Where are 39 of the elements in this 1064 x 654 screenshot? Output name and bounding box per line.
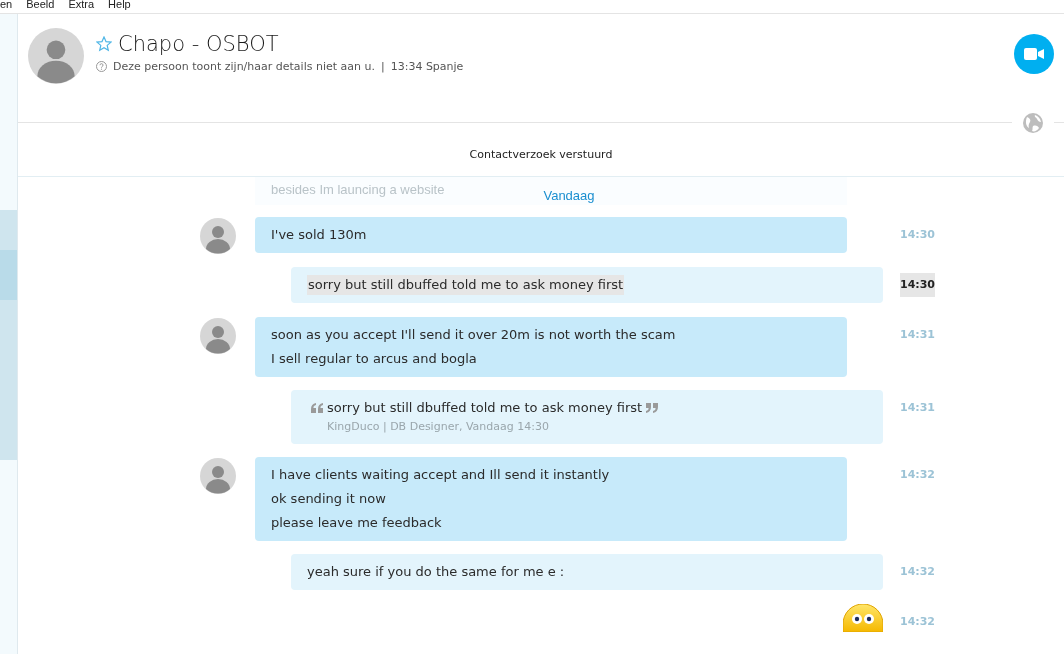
quote-close-icon [646,403,659,413]
message-time: 14:30 [900,227,935,243]
menu-item[interactable]: en [0,0,20,13]
quote-attribution: KingDuco | DB Designer, Vandaag 14:30 [326,420,550,434]
message-text: please leave me feedback [271,514,443,532]
message-time: 14:31 [900,400,935,416]
avatar-icon [200,218,236,254]
message-text: soon as you accept I'll send it over 20m is not worth the scam [271,326,677,344]
video-camera-icon [1024,48,1044,60]
message-text: ok sending it now [271,490,387,508]
avatar-icon [200,318,236,354]
contact-name: Chapo - OSBOT [118,32,279,56]
day-label: Vandaag [543,188,595,203]
star-icon[interactable] [96,36,112,52]
video-call-button[interactable] [1014,34,1054,74]
message-text: I sell regular to arcus and bogla [271,350,478,368]
message-text: yeah sure if you do the same for me e : [307,563,566,581]
message-text: I've sold 130m [271,226,368,244]
message-time: 14:32 [900,467,935,483]
contact-status: Deze persoon toont zijn/haar details niet aan u. [113,60,375,73]
menu-item[interactable]: Help [101,0,138,13]
message-text: sorry but still dbuffed told me to ask money first [307,275,625,295]
globe-icon[interactable] [1022,111,1044,134]
quote-open-icon [311,403,323,413]
message-text: I have clients waiting accept and Ill send it instantly [271,466,611,484]
message-time: 14:31 [900,327,935,343]
message-time: 14:32 [900,614,935,630]
local-time: 13:34 Spanje [390,60,464,73]
menu-item[interactable]: Beeld [19,0,62,13]
emoticon-icon [843,604,883,632]
message-time: 14:30 [900,273,935,297]
contact-request-notice: Contactverzoek verstuurd [469,147,613,161]
menu-item[interactable]: Extra [61,0,102,13]
separator: | [380,60,385,73]
help-icon [96,61,107,72]
message-time: 14:32 [900,564,935,580]
avatar-icon [28,28,84,84]
avatar-icon [200,458,236,494]
quoted-text: sorry but still dbuffed told me to ask money first [327,399,643,417]
